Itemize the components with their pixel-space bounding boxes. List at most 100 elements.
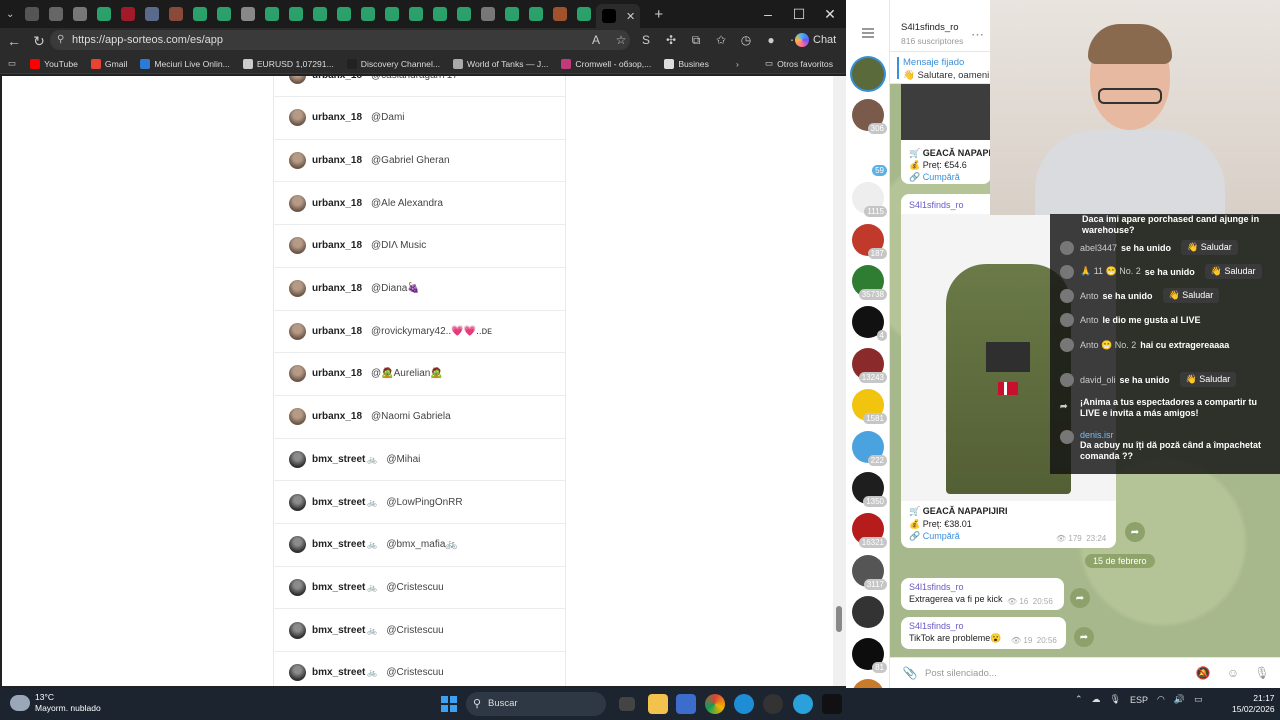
other-favorites[interactable]: ▭ Otros favoritos xyxy=(765,58,833,69)
channel-avatar[interactable]: 59 xyxy=(852,140,887,176)
bookmark-item[interactable]: Gmail xyxy=(90,58,127,69)
new-tab-button[interactable]: + xyxy=(654,6,663,23)
more-bookmarks-icon[interactable]: › xyxy=(736,59,739,69)
task-view-icon[interactable] xyxy=(619,697,635,711)
tab-icon[interactable] xyxy=(145,7,160,21)
mute-bell-icon[interactable]: 🔕 xyxy=(1195,666,1211,682)
reading-list-icon[interactable]: ▭ xyxy=(8,58,16,69)
tab-icon[interactable] xyxy=(457,7,472,21)
tab-icon[interactable] xyxy=(169,7,184,21)
volume-icon[interactable]: 🔊 xyxy=(1174,694,1185,705)
tab-icon[interactable] xyxy=(361,7,376,21)
maximize-button[interactable]: ☐ xyxy=(784,0,814,28)
greet-button[interactable]: 👋 Saludar xyxy=(1204,264,1262,279)
history-icon[interactable]: ◷ xyxy=(735,30,757,50)
telegram-icon[interactable] xyxy=(793,694,813,714)
menu-icon[interactable] xyxy=(862,28,874,38)
obs-icon[interactable] xyxy=(763,694,783,714)
product-image[interactable] xyxy=(901,84,991,140)
minimize-button[interactable]: – xyxy=(753,0,783,28)
active-tab[interactable]: ✕ xyxy=(596,4,641,28)
buy-link[interactable]: 🔗 Cumpără xyxy=(909,172,960,183)
edge-icon[interactable] xyxy=(734,694,754,714)
channel-avatar[interactable]: 16321 xyxy=(852,513,887,549)
tab-icon[interactable] xyxy=(97,7,112,21)
split-screen-icon[interactable]: ⧉ xyxy=(685,30,707,50)
tab-icon[interactable] xyxy=(529,7,544,21)
channel-avatar[interactable]: 81 xyxy=(852,637,887,673)
profile-avatar[interactable]: ● xyxy=(760,30,782,50)
extensions-puzzle-icon[interactable]: ✣ xyxy=(660,30,682,50)
tab-icon[interactable] xyxy=(193,7,208,21)
channel-avatar[interactable]: 13243 xyxy=(852,347,887,383)
mic-icon[interactable]: 🎙 xyxy=(1110,694,1121,705)
greet-button[interactable]: 👋 Saludar xyxy=(1162,288,1220,303)
channel-avatar[interactable] xyxy=(852,596,884,629)
clock[interactable]: 21:17 15/02/2026 xyxy=(1232,693,1275,715)
page-scrollbar[interactable] xyxy=(833,76,846,686)
tab-icon[interactable] xyxy=(313,7,328,21)
site-info-icon[interactable]: ⚲ xyxy=(57,30,64,50)
tab-icon[interactable] xyxy=(433,7,448,21)
scrollbar-thumb[interactable] xyxy=(836,606,842,632)
channel-avatar[interactable] xyxy=(852,58,884,90)
channel-avatar[interactable]: 3117 xyxy=(852,554,887,590)
tab-icon[interactable] xyxy=(217,7,232,21)
channel-avatar[interactable]: 187 xyxy=(852,223,887,259)
more-options-icon[interactable]: ⋯ xyxy=(971,27,984,43)
tiktok-icon[interactable] xyxy=(822,694,842,714)
tab-icon[interactable] xyxy=(505,7,520,21)
bookmark-item[interactable]: World of Tanks — J... xyxy=(453,58,548,69)
read-aloud-icon[interactable]: A xyxy=(585,30,607,50)
bookmark-item[interactable]: Busines xyxy=(664,58,709,69)
bookmark-item[interactable]: Cromwell - обзор,... xyxy=(561,58,651,69)
taskbar-search[interactable]: ⚲ Buscar xyxy=(466,692,606,716)
favorite-star-icon[interactable]: ☆ xyxy=(610,30,632,50)
tab-list-button[interactable]: ⌄ xyxy=(6,9,14,20)
audio-tab-icon[interactable] xyxy=(25,7,40,21)
bookmark-item[interactable]: EURUSD 1,07291... xyxy=(242,58,334,69)
back-icon[interactable]: ← xyxy=(3,30,25,52)
network-icon[interactable]: ☁ xyxy=(1092,694,1101,705)
emoji-icon[interactable]: ☺ xyxy=(1225,666,1241,682)
favorites-icon[interactable]: ✩ xyxy=(710,30,732,50)
bookmark-item[interactable]: Discovery Channel... xyxy=(346,58,440,69)
tab-icon[interactable] xyxy=(241,7,256,21)
weather-widget[interactable]: 13°C Mayorm. nublado xyxy=(10,692,101,714)
tab-icon[interactable] xyxy=(553,7,568,21)
show-hidden-icons[interactable]: ⌃ xyxy=(1075,694,1083,705)
tab-icon[interactable] xyxy=(73,7,88,21)
channel-avatar[interactable]: 1350 xyxy=(852,472,887,507)
attach-icon[interactable]: 📎 xyxy=(902,666,918,682)
greet-button[interactable]: 👋 Saludar xyxy=(1181,240,1238,255)
store-icon[interactable] xyxy=(676,694,696,714)
tab-icon[interactable] xyxy=(385,7,400,21)
microphone-icon[interactable]: 🎙 xyxy=(1254,666,1270,682)
address-bar[interactable]: ⚲ https://app-sorteos.com/es/app xyxy=(50,30,630,50)
file-explorer-icon[interactable] xyxy=(648,694,668,714)
greet-button[interactable]: 👋 Saludar xyxy=(1179,372,1237,387)
copilot-chat-button[interactable]: Chat xyxy=(795,30,836,50)
forward-icon[interactable]: ➦ xyxy=(1125,522,1145,542)
channel-avatar[interactable]: 35738 xyxy=(852,265,887,300)
share-prompt[interactable]: ➦ ¡Anima a tus espectadores a compartir … xyxy=(1060,397,1270,419)
reload-icon[interactable]: ↻ xyxy=(28,30,50,52)
bookmark-item[interactable]: YouTube xyxy=(30,58,78,69)
channel-avatar[interactable]: 1115 xyxy=(852,182,887,218)
channel-avatar[interactable]: 4 xyxy=(852,306,887,342)
message-input[interactable]: 📎 Post silenciado... 🔕 ☺ 🎙 xyxy=(890,657,1280,688)
channel-avatar[interactable]: 306 xyxy=(852,99,887,135)
tab-icon[interactable] xyxy=(481,7,496,21)
tab-icon[interactable] xyxy=(265,7,280,21)
start-button[interactable] xyxy=(441,696,457,712)
tab-icon[interactable] xyxy=(409,7,424,21)
channel-avatar[interactable]: 222 xyxy=(852,430,887,466)
buy-link[interactable]: 🔗 Cumpără xyxy=(909,531,960,542)
forward-icon[interactable]: ➦ xyxy=(1070,588,1090,608)
extension-icon[interactable]: S xyxy=(635,30,657,50)
tab-icon[interactable] xyxy=(289,7,304,21)
wifi-icon[interactable]: ◠ xyxy=(1157,694,1165,705)
battery-icon[interactable]: ▭ xyxy=(1194,694,1203,705)
forward-icon[interactable]: ➦ xyxy=(1074,627,1094,647)
bookmark-item[interactable]: Meciuri Live Onlin... xyxy=(140,58,230,69)
